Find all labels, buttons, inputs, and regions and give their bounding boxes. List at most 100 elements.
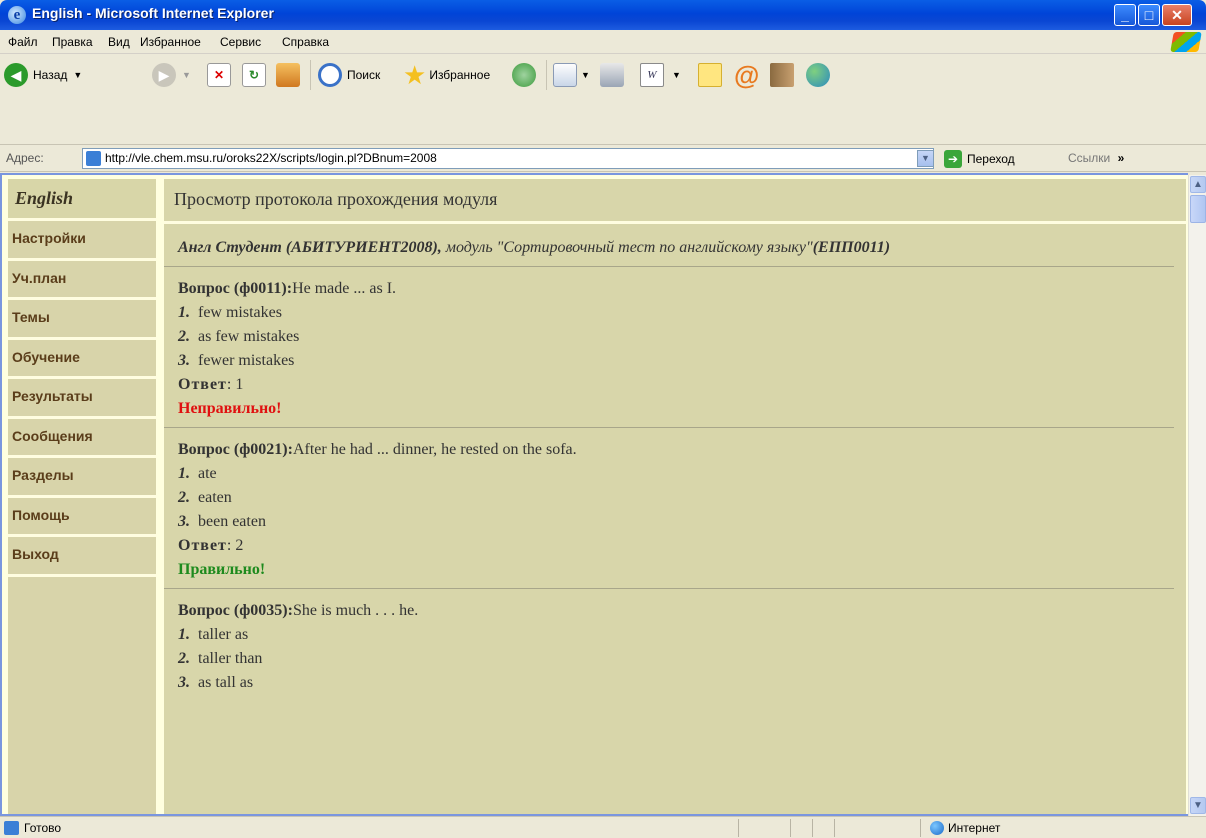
divider <box>164 427 1174 428</box>
contacts-button[interactable] <box>806 57 830 93</box>
toolbar-separator <box>310 60 311 90</box>
word-icon: W <box>640 63 664 87</box>
verdict-incorrect: Неправильно! <box>178 400 282 417</box>
history-button[interactable] <box>512 57 536 93</box>
sidebar-item-learning[interactable]: Обучение <box>8 340 156 379</box>
stop-button[interactable]: ✕ <box>207 57 231 93</box>
page-content: English Настройки Уч.план Темы Обучение … <box>0 173 1188 816</box>
answer-option: 1. few mistakes <box>178 301 1186 325</box>
back-button[interactable]: ◀ Назад ▼ <box>4 57 82 93</box>
research-button[interactable] <box>770 57 794 93</box>
option-text: taller as <box>198 626 249 643</box>
question-id: (ф0011): <box>233 280 293 297</box>
messenger-button[interactable]: @ <box>734 57 759 93</box>
security-zone: Интернет <box>948 821 1001 835</box>
links-button[interactable]: Ссылки » <box>1068 151 1124 165</box>
home-icon <box>276 63 300 87</box>
maximize-button[interactable]: □ <box>1138 4 1160 26</box>
scroll-thumb[interactable] <box>1190 195 1206 223</box>
mail-icon <box>553 63 577 87</box>
print-button[interactable] <box>600 57 624 93</box>
option-text: ate <box>198 465 217 482</box>
home-button[interactable] <box>276 57 300 93</box>
option-number: 2. <box>178 328 190 345</box>
refresh-button[interactable]: ↻ <box>242 57 266 93</box>
menu-tools[interactable]: Сервис <box>220 35 261 49</box>
sidebar-item-topics[interactable]: Темы <box>8 300 156 340</box>
answer-value: 1 <box>235 376 244 393</box>
page-icon <box>4 821 19 835</box>
divider <box>164 588 1174 589</box>
student-info: Англ Студент (АБИТУРИЕНТ2008), модуль "С… <box>178 224 1186 266</box>
refresh-icon: ↻ <box>242 63 266 87</box>
title-bar: e English - Microsoft Internet Explorer … <box>0 0 1206 30</box>
question-block: Вопрос (ф0011):He made ... as I. 1. few m… <box>164 266 1186 427</box>
ie-logo-icon: e <box>8 6 26 24</box>
option-text: few mistakes <box>198 304 282 321</box>
sidebar-item-settings[interactable]: Настройки <box>8 221 156 261</box>
question-id: (ф0035): <box>233 602 293 619</box>
question-prompt: He made ... as I. <box>292 280 397 297</box>
question-prompt: After he had ... dinner, he rested on th… <box>292 441 577 458</box>
window-title: English - Microsoft Internet Explorer <box>32 5 274 21</box>
sidebar-item-curriculum[interactable]: Уч.план <box>8 261 156 300</box>
page-icon <box>86 151 101 166</box>
menu-bar: Файл Правка Вид Избранное Сервис Справка <box>0 30 1206 54</box>
search-button[interactable]: Поиск <box>318 57 380 93</box>
windows-logo-icon <box>1170 32 1202 52</box>
menu-view[interactable]: Вид <box>108 35 130 49</box>
answer-value: 2 <box>235 537 244 554</box>
sidebar-item-exit[interactable]: Выход <box>8 537 156 577</box>
status-bar: Готово Интернет <box>0 816 1206 838</box>
address-dropdown-icon[interactable]: ▼ <box>917 150 934 167</box>
search-icon <box>318 63 342 87</box>
forward-button[interactable]: ▶ ▼ <box>152 57 191 93</box>
option-number: 1. <box>178 304 190 321</box>
status-divider <box>812 819 813 837</box>
favorites-button[interactable]: ★ Избранное <box>403 57 490 93</box>
answer-option: 3. as tall as <box>178 671 1186 695</box>
option-text: fewer mistakes <box>198 352 295 369</box>
close-button[interactable]: ✕ <box>1162 4 1192 26</box>
answer-label: Ответ <box>178 537 227 554</box>
browser-window: e English - Microsoft Internet Explorer … <box>0 0 1206 838</box>
main-panel: Просмотр протокола прохождения модуля Ан… <box>164 179 1186 814</box>
minimize-button[interactable]: _ <box>1114 4 1136 26</box>
menu-favorites[interactable]: Избранное <box>140 35 201 49</box>
answer-label: Ответ <box>178 376 227 393</box>
protocol-body: Англ Студент (АБИТУРИЕНТ2008), модуль "С… <box>164 221 1186 814</box>
discuss-button[interactable] <box>698 57 722 93</box>
status-divider <box>834 819 835 837</box>
menu-file[interactable]: Файл <box>8 35 38 49</box>
given-answer: Ответ: 2 <box>178 537 244 554</box>
sidebar-item-help[interactable]: Помощь <box>8 498 156 537</box>
edit-button[interactable]: W ▼ <box>640 57 681 93</box>
status-divider <box>790 819 791 837</box>
history-icon <box>512 63 536 87</box>
sidebar-item-sections[interactable]: Разделы <box>8 458 156 498</box>
scroll-down-icon[interactable]: ▼ <box>1190 797 1206 814</box>
answer-option: 2. eaten <box>178 486 1186 510</box>
option-number: 3. <box>178 352 190 369</box>
question-id: (ф0021): <box>233 441 293 458</box>
address-url: http://vle.chem.msu.ru/oroks22X/scripts/… <box>105 151 437 165</box>
note-icon <box>698 63 722 87</box>
toolbar-separator <box>546 60 547 90</box>
menu-edit[interactable]: Правка <box>52 35 93 49</box>
sidebar-item-messages[interactable]: Сообщения <box>8 419 156 458</box>
option-text: as few mistakes <box>198 328 300 345</box>
verdict-correct: Правильно! <box>178 561 266 578</box>
option-number: 2. <box>178 489 190 506</box>
option-number: 2. <box>178 650 190 667</box>
sidebar-item-results[interactable]: Результаты <box>8 379 156 419</box>
address-input[interactable]: http://vle.chem.msu.ru/oroks22X/scripts/… <box>82 148 934 169</box>
question-text: Вопрос (ф0021):After he had ... dinner, … <box>178 438 1186 462</box>
forward-arrow-icon: ▶ <box>152 63 176 87</box>
answer-option: 2. as few mistakes <box>178 325 1186 349</box>
mail-button[interactable]: ▼ <box>553 57 590 93</box>
scroll-up-icon[interactable]: ▲ <box>1190 176 1206 193</box>
menu-help[interactable]: Справка <box>282 35 329 49</box>
vertical-scrollbar[interactable]: ▲ ▼ <box>1188 175 1206 816</box>
go-button[interactable]: ➔ Переход <box>944 148 1015 169</box>
stop-icon: ✕ <box>207 63 231 87</box>
